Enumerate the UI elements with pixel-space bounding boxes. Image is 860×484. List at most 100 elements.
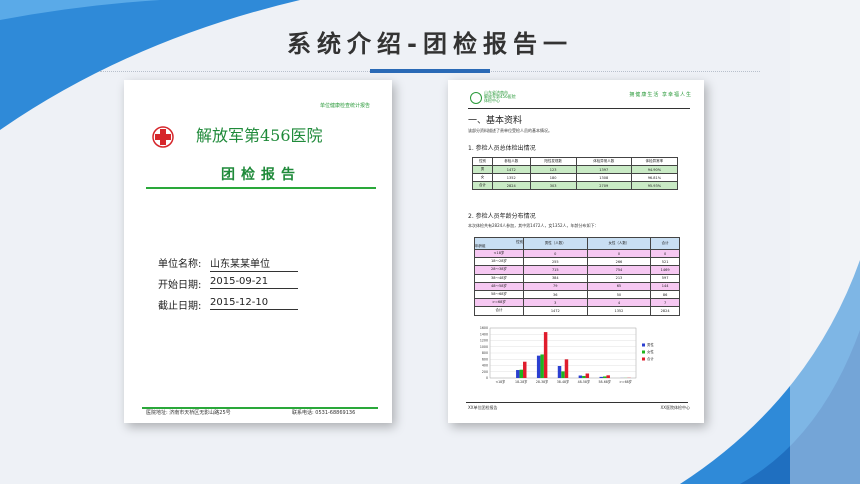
footer-address: 医院地址: 济南市天桥区无影山路25号 xyxy=(146,410,231,416)
table-cell: 86 xyxy=(650,289,680,300)
subsection-2-intro: 本次体检共有2824人参加，其中男1472人，女1352人，年龄分布如下： xyxy=(468,223,599,228)
table-cell: 79 xyxy=(522,281,588,291)
x-tick-label: >=68岁 xyxy=(619,379,632,384)
header-slogan: 拥健康生活 享幸福人生 xyxy=(629,92,692,98)
age-distribution-chart: 0 200 400 600 800 1000 1200 1400 1600 <18岁 18-28岁 2… xyxy=(480,326,655,384)
table-row: 38～48岁 384 213 597 xyxy=(474,273,680,283)
field-value-start: 2015-09-21 xyxy=(210,276,298,289)
x-tick-label: 38-48岁 xyxy=(557,379,569,384)
field-label-end: 截止日期: xyxy=(158,301,202,312)
table-cell: 50 xyxy=(586,289,652,300)
overall-results-table: 性别 参检人数 阳性发现数 体检异常人数 体检异常率 男 1472 123 13… xyxy=(472,157,679,190)
page-title: 系统介绍-团检报告一 xyxy=(287,30,573,58)
table-row: <18岁 0 0 0 xyxy=(474,248,680,259)
table-cell: 1472 xyxy=(492,165,531,174)
bar xyxy=(536,355,541,378)
field-value-end: 2015-12-10 xyxy=(210,297,298,310)
table-row: 28～38岁 715 754 1469 xyxy=(474,265,680,275)
age-distribution-table: 性别 年龄组 男性（人数） 女性（人数） 合计 <18岁 0 0 0 18～28… xyxy=(474,237,680,316)
header-org-lines: 山东省济南市 解放军第456医院 体检中心 xyxy=(484,91,516,103)
x-tick-label: 28-38岁 xyxy=(536,379,548,384)
table-row: 男 1472 123 1397 94.90% xyxy=(472,165,679,174)
table-cell: 48～58岁 xyxy=(474,281,524,291)
bar xyxy=(582,375,586,378)
table-header-row: 性别 参检人数 阳性发现数 体检异常人数 体检异常率 xyxy=(472,157,679,166)
table-cell: 0 xyxy=(586,248,652,259)
table-cell: 28～38岁 xyxy=(474,265,524,275)
red-cross-icon xyxy=(152,126,174,148)
report-cover-page: 单位健康检查统计报告 解放军第456医院 团检报告 单位名称: 山东某某单位 开… xyxy=(124,80,392,423)
section-title: 一、基本资料 xyxy=(468,116,523,126)
table-cell: 1352 xyxy=(492,173,531,182)
table-cell: >=68岁 xyxy=(474,298,524,308)
bar xyxy=(519,369,524,378)
bar xyxy=(523,361,527,378)
table-cell: 3 xyxy=(522,298,588,308)
table-cell: 2824 xyxy=(492,181,531,190)
table-cell: 213 xyxy=(586,273,652,283)
title-accent-bar xyxy=(370,69,490,73)
table-cell: 303 xyxy=(529,181,577,190)
bar xyxy=(585,373,590,378)
bar xyxy=(540,354,544,378)
bar xyxy=(516,370,520,378)
field-value-unit: 山东某某单位 xyxy=(210,255,298,272)
table-cell: 2824 xyxy=(650,306,680,316)
hospital-name: 解放军第456医院 xyxy=(196,126,323,145)
corner-bottom-label: 年龄组 xyxy=(475,243,486,248)
table-row: 48～58岁 79 65 144 xyxy=(474,281,680,291)
table-row: 18～28岁 255 266 521 xyxy=(474,257,680,267)
y-tick-label: 1000 xyxy=(480,345,488,349)
section-intro: 该部分资料描述了贵单位受检人员的基本情况。 xyxy=(468,128,552,133)
table-cell: <18岁 xyxy=(474,248,524,259)
table-cell: 合计 xyxy=(472,181,493,190)
bar xyxy=(543,332,548,378)
table-header-cell: 阳性发现数 xyxy=(529,157,577,166)
legend-label: 女性 xyxy=(647,349,654,354)
x-tick-label: 58-68岁 xyxy=(598,379,610,384)
footer-right-text: XX医院体检中心 xyxy=(660,405,690,410)
y-tick-label: 0 xyxy=(486,376,488,380)
table-cell: 0 xyxy=(522,248,588,259)
table-cell: 144 xyxy=(650,281,680,291)
table-header-cell: 性别 xyxy=(472,157,493,166)
table-header-cell: 体检异常率 xyxy=(630,157,679,166)
legend-swatch xyxy=(642,343,645,347)
bar xyxy=(561,371,565,378)
hospital-logo-icon xyxy=(470,92,482,104)
report-type-label: 单位健康检查统计报告 xyxy=(319,103,370,109)
table-cell: 715 xyxy=(522,265,588,275)
table-cell: 4 xyxy=(586,298,652,308)
table-cell: 1469 xyxy=(650,265,680,275)
table-row: 合计 2824 303 2709 95.93% xyxy=(472,181,679,190)
y-tick-label: 600 xyxy=(482,357,488,361)
bar xyxy=(564,359,569,378)
table-cell: 38～48岁 xyxy=(474,273,524,283)
table-cell: 7 xyxy=(650,298,680,308)
legend-label: 男性 xyxy=(647,342,654,347)
table-cell: 0 xyxy=(650,248,680,259)
x-tick-label: 48-58岁 xyxy=(578,379,590,384)
x-tick-label: <18岁 xyxy=(495,379,505,384)
subsection-2-title: 2. 参检人员年龄分布情况 xyxy=(468,213,536,220)
table-header-cell: 合计 xyxy=(650,237,680,250)
table-cell: 94.90% xyxy=(630,165,679,174)
table-cell: 123 xyxy=(529,165,577,174)
table-header-cell: 女性（人数） xyxy=(586,237,652,250)
report-content-page: 山东省济南市 解放军第456医院 体检中心 拥健康生活 享幸福人生 一、基本资料… xyxy=(448,80,704,423)
table-cell: 1397 xyxy=(575,165,632,174)
table-row: >=68岁 3 4 7 xyxy=(474,298,680,308)
table-header-row: 性别 年龄组 男性（人数） 女性（人数） 合计 xyxy=(474,237,680,250)
table-cell: 合计 xyxy=(474,306,524,316)
table-corner-cell: 性别 年龄组 xyxy=(474,237,524,250)
report-heading: 团检报告 xyxy=(221,167,301,183)
x-tick-label: 18-28岁 xyxy=(515,379,527,384)
table-cell: 255 xyxy=(522,257,588,267)
table-cell: 597 xyxy=(650,273,680,283)
y-tick-label: 1400 xyxy=(480,332,488,336)
subsection-1-title: 1. 参检人员总体检出情况 xyxy=(468,145,536,152)
bar xyxy=(606,375,610,378)
table-cell: 266 xyxy=(586,257,652,267)
field-label-start: 开始日期: xyxy=(158,280,202,291)
y-tick-label: 400 xyxy=(482,364,488,368)
